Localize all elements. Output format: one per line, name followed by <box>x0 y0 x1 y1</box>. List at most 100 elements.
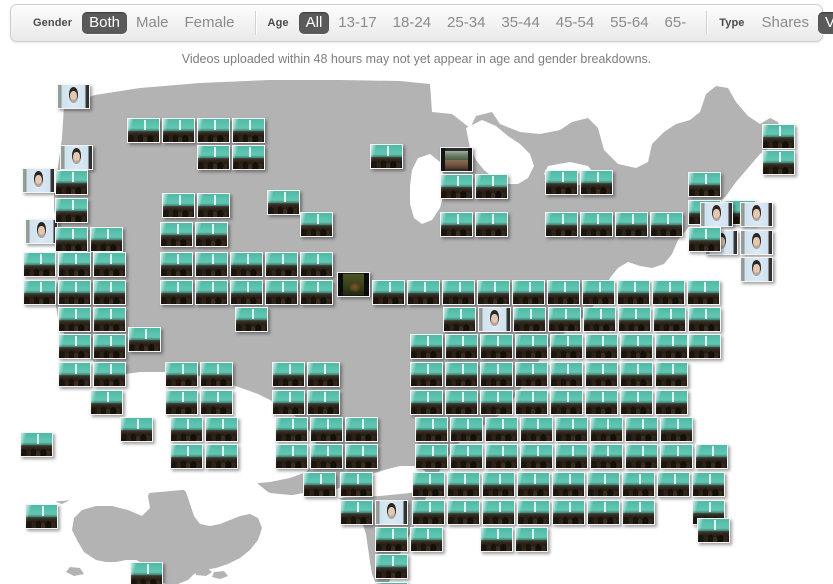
video-thumbnail-marker[interactable] <box>93 307 126 332</box>
filter-option-type-views[interactable]: Views <box>818 12 833 34</box>
video-thumbnail-marker[interactable] <box>620 390 653 415</box>
video-thumbnail-marker[interactable] <box>625 444 658 469</box>
video-thumbnail-marker[interactable] <box>520 444 553 469</box>
video-thumbnail-marker[interactable] <box>128 327 161 352</box>
video-thumbnail-marker[interactable] <box>412 472 445 497</box>
video-thumbnail-marker[interactable] <box>450 444 483 469</box>
filter-option-age-18-24[interactable]: 18-24 <box>386 12 438 34</box>
video-thumbnail-marker[interactable] <box>475 174 508 199</box>
filter-option-age-all[interactable]: All <box>298 12 330 34</box>
video-thumbnail-marker[interactable] <box>160 222 193 247</box>
video-thumbnail-marker[interactable] <box>340 500 373 525</box>
filter-option-gender-male[interactable]: Male <box>129 12 176 34</box>
video-thumbnail-marker[interactable] <box>275 444 308 469</box>
video-thumbnail-marker[interactable] <box>545 170 578 195</box>
video-thumbnail-marker[interactable] <box>300 252 333 277</box>
video-thumbnail-marker[interactable] <box>162 193 195 218</box>
filter-option-gender-both[interactable]: Both <box>82 12 127 34</box>
video-thumbnail-marker[interactable] <box>412 500 445 525</box>
video-thumbnail-marker[interactable] <box>120 417 153 442</box>
video-thumbnail-marker[interactable] <box>58 307 91 332</box>
video-thumbnail-marker[interactable] <box>300 280 333 305</box>
video-thumbnail-marker[interactable] <box>762 150 795 175</box>
video-thumbnail-marker[interactable] <box>375 527 408 552</box>
video-thumbnail-marker[interactable] <box>512 280 545 305</box>
video-thumbnail-marker[interactable] <box>265 252 298 277</box>
video-thumbnail-marker[interactable] <box>587 472 620 497</box>
video-thumbnail-marker[interactable] <box>345 417 378 442</box>
video-thumbnail-marker[interactable] <box>688 172 721 197</box>
video-thumbnail-marker[interactable] <box>370 144 403 169</box>
video-thumbnail-marker[interactable] <box>415 444 448 469</box>
video-thumbnail-marker[interactable] <box>480 362 513 387</box>
video-thumbnail-marker[interactable] <box>267 190 300 215</box>
video-thumbnail-marker[interactable] <box>513 307 546 332</box>
video-thumbnail-marker[interactable] <box>410 334 443 359</box>
video-thumbnail-marker[interactable] <box>582 280 615 305</box>
filter-option-age-13-17[interactable]: 13-17 <box>331 12 383 34</box>
video-thumbnail-marker[interactable] <box>440 174 473 199</box>
video-thumbnail-marker[interactable] <box>165 390 198 415</box>
video-thumbnail-marker[interactable] <box>692 472 725 497</box>
video-thumbnail-marker[interactable] <box>25 504 58 529</box>
video-thumbnail-marker[interactable] <box>440 212 473 237</box>
video-thumbnail-marker[interactable] <box>590 444 623 469</box>
video-thumbnail-marker[interactable] <box>688 227 721 252</box>
video-thumbnail-marker[interactable] <box>195 252 228 277</box>
video-thumbnail-marker[interactable] <box>442 280 475 305</box>
video-thumbnail-marker[interactable] <box>580 170 613 195</box>
video-thumbnail-marker[interactable] <box>740 202 773 227</box>
video-thumbnail-marker[interactable] <box>340 472 373 497</box>
video-thumbnail-marker[interactable] <box>232 118 265 143</box>
video-thumbnail-marker[interactable] <box>197 145 230 170</box>
video-thumbnail-marker[interactable] <box>200 362 233 387</box>
video-thumbnail-marker[interactable] <box>590 417 623 442</box>
video-thumbnail-marker[interactable] <box>162 118 195 143</box>
video-thumbnail-marker[interactable] <box>625 417 658 442</box>
video-thumbnail-marker[interactable] <box>93 334 126 359</box>
video-thumbnail-marker[interactable] <box>688 307 721 332</box>
filter-option-age-55-64[interactable]: 55-64 <box>603 12 655 34</box>
video-thumbnail-marker[interactable] <box>653 307 686 332</box>
video-thumbnail-marker[interactable] <box>617 280 650 305</box>
video-thumbnail-marker[interactable] <box>475 212 508 237</box>
video-thumbnail-marker[interactable] <box>375 554 408 579</box>
video-thumbnail-marker[interactable] <box>650 212 683 237</box>
video-thumbnail-marker[interactable] <box>300 212 333 237</box>
video-thumbnail-marker[interactable] <box>235 307 268 332</box>
filter-option-age-25-34[interactable]: 25-34 <box>440 12 492 34</box>
video-thumbnail-marker[interactable] <box>700 202 733 227</box>
video-thumbnail-marker[interactable] <box>550 334 583 359</box>
video-thumbnail-marker[interactable] <box>93 280 126 305</box>
video-thumbnail-marker[interactable] <box>520 417 553 442</box>
video-thumbnail-marker[interactable] <box>517 472 550 497</box>
video-thumbnail-marker[interactable] <box>548 307 581 332</box>
video-thumbnail-marker[interactable] <box>58 334 91 359</box>
video-thumbnail-marker[interactable] <box>275 417 308 442</box>
video-thumbnail-marker[interactable] <box>58 362 91 387</box>
video-thumbnail-marker[interactable] <box>450 417 483 442</box>
video-thumbnail-marker[interactable] <box>515 390 548 415</box>
video-thumbnail-marker[interactable] <box>555 444 588 469</box>
filter-option-gender-female[interactable]: Female <box>178 12 242 34</box>
video-thumbnail-marker[interactable] <box>655 390 688 415</box>
video-thumbnail-marker[interactable] <box>197 193 230 218</box>
video-thumbnail-marker[interactable] <box>55 198 88 223</box>
video-thumbnail-marker[interactable] <box>130 562 163 584</box>
video-thumbnail-marker[interactable] <box>58 280 91 305</box>
video-thumbnail-marker[interactable] <box>170 417 203 442</box>
video-thumbnail-marker[interactable] <box>272 390 305 415</box>
video-thumbnail-marker[interactable] <box>443 307 476 332</box>
video-thumbnail-marker[interactable] <box>585 390 618 415</box>
video-thumbnail-marker[interactable] <box>410 362 443 387</box>
video-thumbnail-marker[interactable] <box>550 390 583 415</box>
video-thumbnail-marker[interactable] <box>660 444 693 469</box>
video-thumbnail-marker[interactable] <box>655 362 688 387</box>
video-thumbnail-marker[interactable] <box>303 472 336 497</box>
video-thumbnail-marker[interactable] <box>552 472 585 497</box>
video-thumbnail-marker[interactable] <box>23 252 56 277</box>
video-thumbnail-marker[interactable] <box>655 334 688 359</box>
video-thumbnail-marker[interactable] <box>478 307 511 332</box>
filter-option-age-65[interactable]: 65- <box>658 12 694 34</box>
video-thumbnail-marker[interactable] <box>205 444 238 469</box>
